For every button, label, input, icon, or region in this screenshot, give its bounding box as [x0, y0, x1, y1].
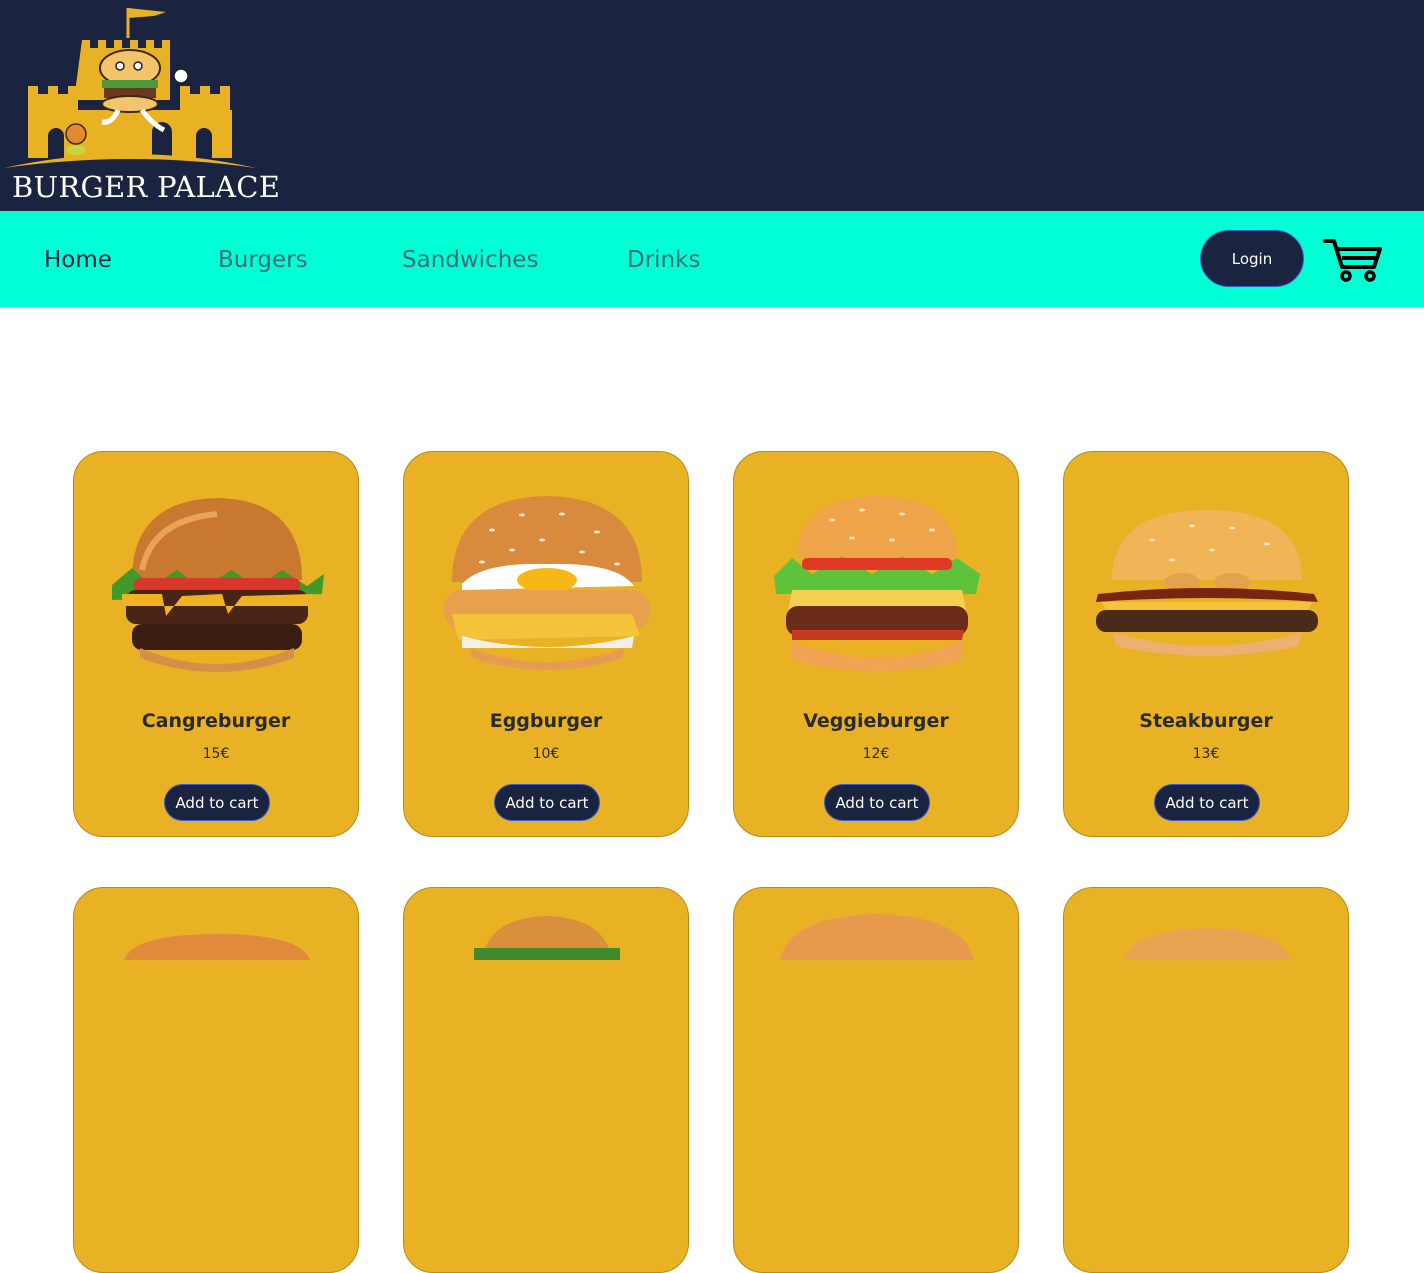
product-card: Cangreburger 15€ Add to cart [73, 451, 359, 837]
login-button[interactable]: Login [1200, 230, 1304, 287]
product-price: 15€ [202, 746, 230, 762]
burger-image [1124, 928, 1290, 960]
product-name: Steakburger [1139, 710, 1273, 732]
main-navbar: Home Burgers Sandwiches Drinks Login [0, 211, 1424, 307]
product-price: 10€ [532, 746, 560, 762]
steakburger-image [1096, 510, 1318, 656]
shopping-cart-icon[interactable] [1322, 237, 1384, 283]
eggburger-image [444, 496, 650, 670]
nav-item-drinks[interactable]: Drinks [627, 247, 700, 273]
product-card [1063, 887, 1349, 1273]
product-price: 12€ [862, 746, 890, 762]
product-card [73, 887, 359, 1273]
cangreburger-image [112, 498, 324, 672]
burger-image [474, 916, 620, 960]
product-card [733, 887, 1019, 1273]
add-to-cart-button[interactable]: Add to cart [824, 784, 930, 821]
product-name: Eggburger [489, 710, 603, 732]
product-name: Veggieburger [803, 710, 949, 732]
veggieburger-image [774, 496, 980, 671]
nav-item-home[interactable]: Home [44, 247, 112, 273]
nav-item-sandwiches[interactable]: Sandwiches [402, 247, 538, 273]
add-to-cart-button[interactable]: Add to cart [1154, 784, 1260, 821]
burger-palace-logo[interactable]: BURGER PALACE [0, 0, 280, 211]
burger-image [780, 914, 974, 960]
brand-name: BURGER PALACE [12, 170, 281, 204]
burger-image [124, 934, 310, 960]
product-card: Eggburger 10€ Add to cart [403, 451, 689, 837]
product-price: 13€ [1192, 746, 1220, 762]
product-card [403, 887, 689, 1273]
add-to-cart-button[interactable]: Add to cart [164, 784, 270, 821]
product-card: Veggieburger 12€ Add to cart [733, 451, 1019, 837]
product-card: Steakburger 13€ Add to cart [1063, 451, 1349, 837]
product-name: Cangreburger [141, 710, 291, 732]
nav-item-burgers[interactable]: Burgers [218, 247, 308, 273]
site-header: BURGER PALACE [0, 0, 1424, 211]
add-to-cart-button[interactable]: Add to cart [494, 784, 600, 821]
